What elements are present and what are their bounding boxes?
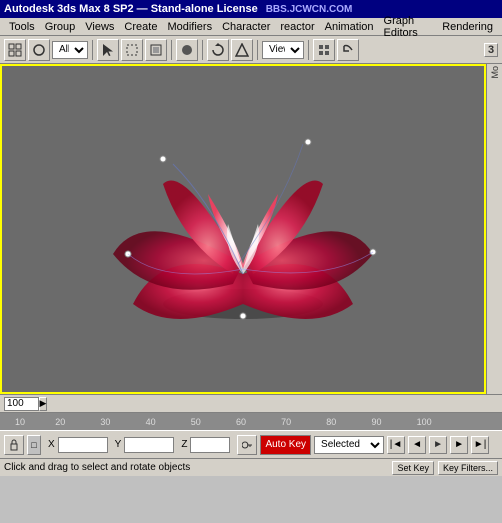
menu-character[interactable]: Character (217, 18, 275, 35)
select-tool-btn[interactable] (97, 39, 119, 61)
toolbar-btn-2[interactable] (28, 39, 50, 61)
ruler-90: 90 (371, 417, 381, 427)
sep-5 (308, 40, 309, 60)
y-label: Y (115, 439, 122, 450)
next-key-btn[interactable]: ► (450, 436, 468, 454)
lotus-art (83, 104, 403, 354)
x-label: X (48, 439, 55, 450)
bbs-text: BBS.JCWCN.COM (266, 4, 353, 15)
z-input[interactable] (190, 437, 230, 453)
key-icon-btn[interactable] (237, 435, 257, 455)
sep-2 (171, 40, 172, 60)
y-input[interactable] (124, 437, 174, 453)
view-select[interactable]: View (262, 41, 304, 59)
menu-rendering[interactable]: Rendering (437, 18, 498, 35)
viewport-wrapper (0, 64, 486, 394)
panel-label: Mo (490, 66, 500, 83)
select-region-btn[interactable] (145, 39, 167, 61)
key-filters-btn[interactable]: Key Filters... (438, 461, 498, 475)
status-message: Click and drag to select and rotate obje… (4, 462, 392, 473)
menu-animation[interactable]: Animation (320, 18, 379, 35)
title-text: Autodesk 3ds Max 8 SP2 — Stand-alone Lic… (4, 3, 258, 15)
ruler-40: 40 (146, 417, 156, 427)
menu-bar: Tools Group Views Create Modifiers Chara… (0, 18, 502, 36)
sep-1 (92, 40, 93, 60)
prev-frame-btn[interactable]: |◄ (387, 436, 405, 454)
auto-key-button[interactable]: Auto Key (260, 435, 311, 455)
viewport[interactable] (0, 64, 486, 394)
timeline-area: ▶ (0, 394, 502, 412)
right-command-panel: Mo (486, 64, 502, 394)
ruler-70: 70 (281, 417, 291, 427)
menu-tools[interactable]: Tools (4, 18, 40, 35)
viewport-row: Mo (0, 64, 502, 394)
prev-key-btn[interactable]: ◄ (408, 436, 426, 454)
next-frame-btn[interactable]: ►| (471, 436, 489, 454)
menu-modifiers[interactable]: Modifiers (162, 18, 217, 35)
status-bar: Click and drag to select and rotate obje… (0, 458, 502, 476)
z-label: Z (181, 439, 187, 450)
sep-4 (257, 40, 258, 60)
circle-btn[interactable] (176, 39, 198, 61)
toolbar: All View 3 (0, 36, 502, 64)
x-input[interactable] (58, 437, 108, 453)
sep-3 (202, 40, 203, 60)
ruler-10: 10 (15, 417, 25, 427)
menu-group[interactable]: Group (40, 18, 81, 35)
frame-number-input[interactable] (4, 397, 39, 411)
selected-dropdown[interactable]: Selected (314, 436, 384, 454)
trackbar[interactable]: 10 20 30 40 50 60 70 80 90 100 (0, 412, 502, 430)
menu-graph-editors[interactable]: Graph Editors (379, 18, 438, 35)
ruler-30: 30 (100, 417, 110, 427)
snap-btn[interactable] (313, 39, 335, 61)
lock-btn[interactable] (4, 435, 24, 455)
play-btn[interactable]: ► (429, 436, 447, 454)
region-select-btn[interactable] (121, 39, 143, 61)
menu-reactor[interactable]: reactor (275, 18, 319, 35)
menu-create[interactable]: Create (119, 18, 162, 35)
status-right: Set Key Key Filters... (392, 461, 498, 475)
toolbar-btn-1[interactable] (4, 39, 26, 61)
ruler-100: 100 (417, 417, 432, 427)
ruler-60: 60 (236, 417, 246, 427)
all-select[interactable]: All (52, 41, 88, 59)
undo-btn[interactable] (337, 39, 359, 61)
rotate-btn[interactable] (207, 39, 229, 61)
bottom-controls: □ X Y Z Auto Key Selected |◄ ◄ ► ► ►| (0, 430, 502, 458)
menu-views[interactable]: Views (80, 18, 119, 35)
coord-absolute-btn[interactable]: □ (27, 435, 41, 455)
named-sel-btn[interactable]: 3 (484, 43, 498, 57)
ruler-50: 50 (191, 417, 201, 427)
set-key-btn[interactable]: Set Key (392, 461, 434, 475)
ruler-20: 20 (55, 417, 65, 427)
scale-btn[interactable] (231, 39, 253, 61)
trackbar-ruler: 10 20 30 40 50 60 70 80 90 100 (0, 413, 502, 430)
frame-scroll-btn[interactable]: ▶ (39, 397, 47, 411)
ruler-80: 80 (326, 417, 336, 427)
